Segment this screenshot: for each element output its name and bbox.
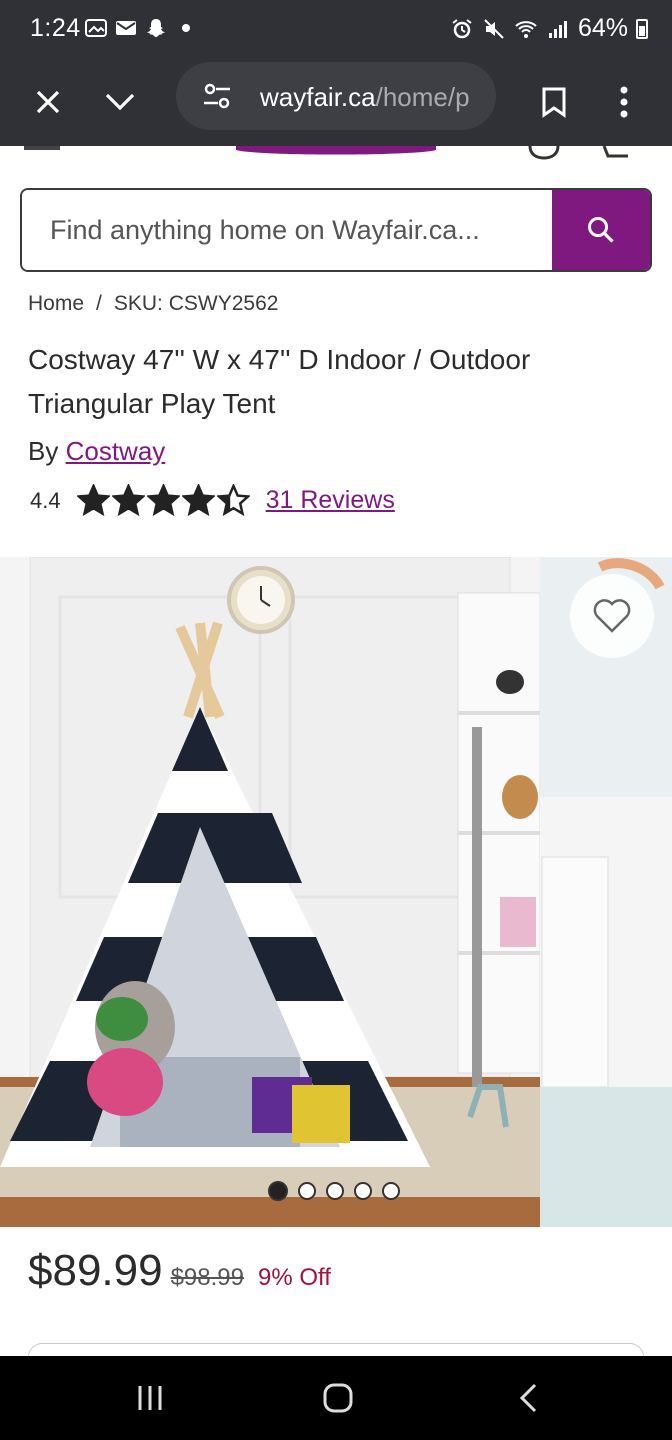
star-full-icon [181, 484, 215, 517]
url-text: wayfair.ca/home/p [260, 82, 488, 113]
dot-icon [182, 24, 190, 32]
mail-icon [116, 21, 136, 35]
more-menu-button[interactable] [600, 78, 648, 126]
star-full-icon [111, 484, 145, 517]
mute-icon [484, 18, 504, 39]
alarm-icon [452, 18, 472, 38]
carousel-dot[interactable] [382, 1182, 400, 1200]
brand-link[interactable]: Costway [66, 436, 166, 466]
wayfair-logo [236, 146, 436, 155]
star-full-icon [146, 484, 180, 517]
carousel-dot[interactable] [326, 1182, 344, 1200]
price-row: $89.99 $98.99 9% Off [28, 1246, 331, 1296]
battery-percent: 64% [577, 14, 628, 42]
wifi-icon [515, 20, 537, 38]
more-vert-icon [620, 86, 628, 118]
search-bar [20, 188, 652, 272]
star-partial-icon [216, 484, 250, 517]
star-full-icon [76, 484, 110, 517]
minimize-button[interactable] [96, 78, 144, 126]
rating-score: 4.4 [30, 487, 61, 513]
search-icon [588, 217, 614, 243]
brand-byline: By Costway [28, 436, 165, 467]
original-price: $98.99 [170, 1264, 244, 1291]
account-icon [528, 146, 560, 160]
url-bar[interactable]: wayfair.ca/home/p [176, 62, 496, 130]
recents-icon [138, 1386, 162, 1410]
bookmark-button[interactable] [530, 78, 578, 126]
bookmark-icon [542, 87, 566, 118]
menu-icon [24, 146, 60, 150]
signal-icon [548, 20, 567, 38]
back-icon [519, 1383, 537, 1413]
heart-icon [593, 599, 631, 633]
breadcrumb: Home / SKU: CSWY2562 [28, 292, 278, 316]
product-title: Costway 47'' W x 47'' D Indoor / Outdoor… [28, 344, 531, 419]
carousel-dot[interactable] [298, 1182, 316, 1200]
back-button[interactable] [498, 1374, 558, 1422]
carousel-dot[interactable] [268, 1181, 288, 1201]
breadcrumb-separator: / [96, 292, 102, 315]
url-path: /home/p [375, 82, 470, 112]
carousel-dots [268, 1181, 400, 1201]
status-bar: 1:24 64% [0, 0, 672, 58]
home-button[interactable] [308, 1374, 368, 1422]
close-tab-button[interactable] [24, 78, 72, 126]
snapchat-icon [147, 19, 165, 37]
site-header-sliver [0, 146, 672, 160]
home-icon [323, 1383, 353, 1413]
star-rating [76, 484, 250, 517]
status-time: 1:24 [30, 14, 81, 42]
search-input[interactable] [22, 190, 556, 270]
current-price: $89.99 [28, 1246, 163, 1295]
close-icon [36, 90, 60, 114]
chevron-down-icon [105, 93, 135, 111]
recent-apps-button[interactable] [120, 1374, 180, 1422]
by-prefix: By [28, 436, 59, 466]
breadcrumb-sku: SKU: CSWY2562 [113, 292, 279, 315]
site-settings-icon[interactable] [202, 82, 232, 110]
search-button[interactable] [552, 190, 650, 270]
battery-icon [636, 18, 648, 39]
cart-icon [602, 146, 628, 158]
rating-row: 4.4 31 Reviews [30, 484, 395, 517]
product-image [0, 557, 672, 1227]
gallery-icon [85, 19, 107, 37]
url-domain: wayfair.ca [260, 82, 376, 112]
discount-label: 9% Off [257, 1264, 331, 1291]
product-image-carousel[interactable] [0, 557, 672, 1227]
favorite-button[interactable] [570, 574, 654, 658]
carousel-dot[interactable] [354, 1182, 372, 1200]
reviews-link[interactable]: 31 Reviews [266, 486, 395, 515]
breadcrumb-home[interactable]: Home [28, 292, 84, 316]
system-nav-bar [0, 1356, 672, 1440]
